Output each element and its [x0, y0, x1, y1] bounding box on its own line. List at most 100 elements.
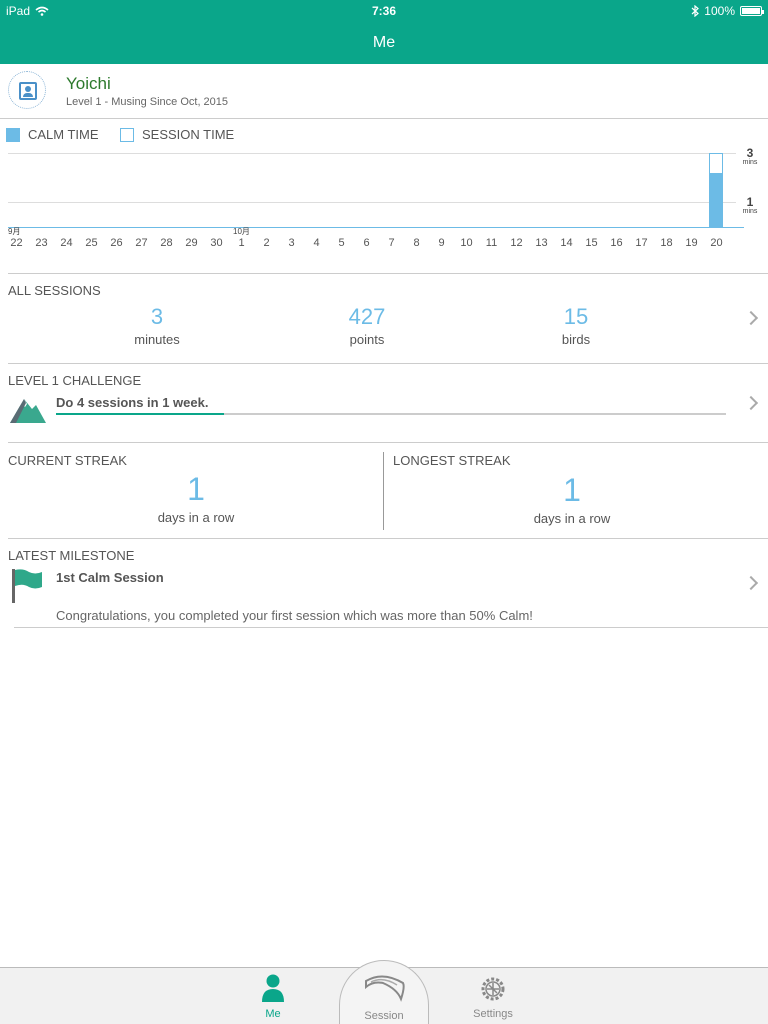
x-tick-label: 7: [388, 237, 395, 249]
x-tick-label: 29: [185, 237, 198, 249]
tab-me-label: Me: [265, 1008, 281, 1020]
milestone-name: 1st Calm Session: [56, 570, 164, 585]
x-tick-label: 16: [610, 237, 623, 249]
avatar[interactable]: [8, 71, 46, 109]
challenge-text: Do 4 sessions in 1 week.: [56, 395, 209, 410]
month-label: 10月: [233, 227, 250, 236]
stat-birds-value: 15: [563, 304, 589, 329]
longest-streak-value: 1: [563, 472, 581, 508]
status-bar: iPad 7:36 100%: [0, 0, 768, 22]
divider: [8, 538, 768, 539]
y-tick-3-unit: mins: [742, 159, 758, 166]
longest-streak-label: days in a row: [533, 511, 611, 526]
stat-birds-label: birds: [561, 332, 591, 347]
month-label: 9月: [8, 227, 21, 236]
x-tick-label: 1: [238, 237, 245, 249]
challenge-progress-fill: [56, 413, 224, 415]
milestone-title: LATEST MILESTONE: [8, 548, 135, 563]
current-streak-value: 1: [187, 471, 205, 507]
legend-calm: CALM TIME: [6, 127, 99, 142]
stat-points-value: 427: [348, 304, 386, 329]
y-tick-3-value: 3: [746, 146, 754, 160]
tab-settings-label: Settings: [473, 1008, 513, 1020]
legend-session-label: SESSION TIME: [142, 127, 235, 142]
milestone-description: Congratulations, you completed your firs…: [56, 608, 533, 623]
session-swatch: [120, 127, 134, 142]
gear-icon: [481, 977, 505, 1001]
divider: [8, 363, 768, 364]
headband-icon: [365, 975, 405, 1002]
tab-session[interactable]: Session: [339, 960, 429, 1024]
x-tick-label: 26: [110, 237, 123, 249]
chart-legend: CALM TIME SESSION TIME: [0, 120, 768, 148]
stat-minutes: 3 minutes: [97, 304, 217, 347]
x-tick-label: 9: [438, 237, 445, 249]
profile-name: Yoichi: [66, 74, 111, 93]
person-icon: [262, 974, 284, 1002]
flag-icon: [12, 569, 42, 603]
y-tick-1-unit: mins: [742, 208, 758, 215]
current-streak-title: CURRENT STREAK: [8, 453, 127, 468]
stat-points: 427 points: [307, 304, 427, 347]
x-tick-label: 27: [135, 237, 148, 249]
x-tick-label: 6: [363, 237, 370, 249]
tab-me[interactable]: Me: [228, 968, 318, 1024]
user-icon: [19, 82, 37, 100]
chevron-right-icon[interactable]: [743, 310, 759, 326]
longest-streak: 1 days in a row: [492, 472, 652, 526]
streak-divider: [383, 452, 384, 530]
x-tick-label: 25: [85, 237, 98, 249]
x-tick-label: 11: [485, 237, 498, 249]
battery-icon: [740, 6, 764, 16]
page-title: Me: [372, 34, 396, 51]
x-tick-label: 22: [10, 237, 23, 249]
session-chart: 3 mins 1 mins 22 23 24 25 26 27 28 29 30 1 2 3 4 5 6 7 8…: [0, 146, 768, 256]
tab-bar: Me Session Settings: [0, 960, 768, 1024]
tab-settings[interactable]: Settings: [448, 968, 538, 1024]
profile-subtitle: Level 1 - Musing Since Oct, 2015: [66, 96, 229, 108]
legend-session: SESSION TIME: [120, 127, 234, 142]
gridline-mid: [8, 202, 736, 203]
x-tick-label: 3: [288, 237, 295, 249]
current-streak-label: days in a row: [157, 510, 235, 525]
x-tick-label: 30: [210, 237, 223, 249]
x-tick-label: 2: [263, 237, 270, 249]
x-tick-label: 15: [585, 237, 598, 249]
y-tick-3: 3 mins: [738, 147, 762, 167]
chart-baseline: [8, 227, 744, 228]
x-tick-label: 19: [685, 237, 698, 249]
challenge-title: LEVEL 1 CHALLENGE: [8, 373, 142, 388]
battery-percent: 100%: [704, 4, 735, 18]
divider: [8, 442, 768, 443]
divider: [8, 273, 768, 274]
bluetooth-icon: [691, 5, 700, 17]
stat-minutes-label: minutes: [134, 332, 180, 347]
x-tick-label: 18: [660, 237, 673, 249]
nav-bar: Me: [0, 22, 768, 64]
calm-time-bar: [709, 172, 723, 227]
challenge-progress: [56, 413, 726, 415]
all-sessions-title: ALL SESSIONS: [8, 283, 101, 298]
tab-session-label: Session: [364, 1010, 404, 1022]
x-tick-label: 5: [338, 237, 345, 249]
x-tick-label: 4: [313, 237, 320, 249]
stat-birds: 15 birds: [516, 304, 636, 347]
mountain-icon: [10, 399, 46, 423]
x-tick-label: 12: [510, 237, 523, 249]
status-time: 7:36: [371, 4, 397, 18]
legend-calm-label: CALM TIME: [28, 127, 99, 142]
profile-header[interactable]: Yoichi Level 1 - Musing Since Oct, 2015: [0, 64, 768, 119]
x-tick-label: 24: [60, 237, 73, 249]
x-tick-label: 28: [160, 237, 173, 249]
x-tick-label: 14: [560, 237, 573, 249]
current-streak: 1 days in a row: [116, 471, 276, 525]
divider: [14, 627, 768, 628]
stat-minutes-value: 3: [150, 304, 164, 329]
x-tick-label: 20: [710, 237, 723, 249]
x-tick-label: 17: [635, 237, 648, 249]
y-tick-1-value: 1: [746, 195, 754, 209]
calm-swatch: [6, 127, 20, 142]
x-tick-label: 13: [535, 237, 548, 249]
chevron-right-icon[interactable]: [743, 395, 759, 411]
chevron-right-icon[interactable]: [743, 575, 759, 591]
